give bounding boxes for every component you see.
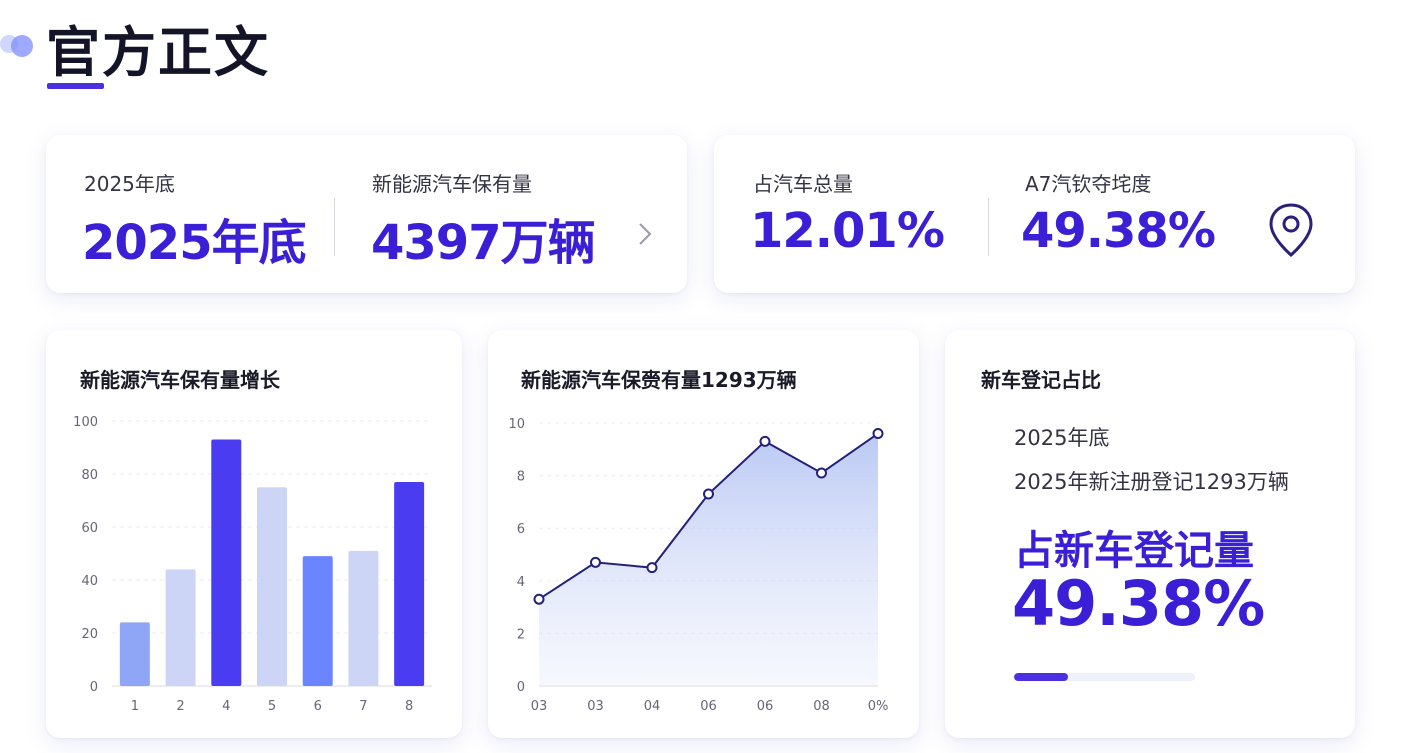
share-label: 占汽车总量 (753, 172, 853, 196)
y-tick-label: 80 (81, 468, 98, 483)
x-tick-label: 06 (757, 699, 774, 714)
bar-chart: 0 20 40 60 80 100 1 2 4 5 6 7 8 (73, 415, 432, 714)
x-tick-label: 8 (405, 699, 413, 714)
y-tick-label: 4 (517, 575, 525, 590)
line-chart: 0 2 4 6 8 10 03 03 04 06 06 08 0% (508, 417, 889, 714)
ev-stock-label: 新能源汽车保有量 (372, 172, 532, 196)
y-tick-label: 100 (73, 415, 98, 430)
bar (302, 556, 333, 686)
title-underline (47, 83, 104, 89)
registration-period: 2025年底 (1014, 426, 1110, 450)
registration-card: 新车登记占比 2025年底 2025年新注册登记1293万辆 占新车登记量 49… (945, 330, 1355, 738)
data-point (872, 428, 884, 440)
ev-stock-value: 4397万辆 (371, 215, 596, 271)
x-tick-label: 4 (222, 699, 230, 714)
x-tick-label: 08 (813, 699, 830, 714)
page-title: 官方正文 (46, 21, 270, 84)
title-decoration-icon (0, 33, 36, 57)
bar-chart-card: 新能源汽车保有量增长 0 20 40 60 80 100 1 2 4 5 6 7 8 (46, 330, 462, 738)
period-value: 2025年底 (82, 215, 307, 271)
x-tick-label: 1 (131, 699, 139, 714)
bar (211, 439, 242, 686)
divider (988, 198, 989, 256)
data-point (759, 435, 771, 447)
x-tick-label: 03 (531, 699, 548, 714)
line-chart-card: 新能源汽车保赍有量1293万辆 0 2 4 6 8 10 03 03 04 06 06 08 0% (488, 330, 919, 738)
location-pin-icon (1269, 203, 1313, 257)
other-value: 49.38% (1021, 203, 1216, 259)
y-tick-label: 20 (81, 627, 98, 642)
x-tick-label: 06 (700, 699, 717, 714)
data-point (590, 556, 601, 568)
divider (334, 198, 335, 256)
bar (119, 622, 150, 686)
chevron-right-icon[interactable] (635, 219, 655, 249)
data-point (703, 488, 714, 500)
x-tick-label: 04 (644, 699, 661, 714)
registration-progress (1014, 673, 1195, 681)
other-label: A7汽钦夺垞度 (1025, 172, 1152, 196)
y-tick-label: 8 (517, 470, 525, 485)
x-tick-label: 2 (176, 699, 184, 714)
registration-title: 新车登记占比 (981, 368, 1101, 392)
x-tick-label: 6 (314, 699, 322, 714)
series-area (539, 433, 878, 686)
y-tick-label: 60 (81, 521, 98, 536)
registration-new-count: 2025年新注册登记1293万辆 (1014, 470, 1289, 494)
bar (165, 569, 196, 686)
y-tick-label: 0 (517, 680, 525, 695)
bar (257, 487, 287, 686)
x-tick-label: 0% (868, 699, 889, 714)
period-label: 2025年底 (84, 172, 175, 196)
y-tick-label: 2 (517, 627, 525, 642)
data-point (646, 562, 658, 574)
bar (348, 550, 379, 686)
y-tick-label: 0 (90, 680, 98, 695)
y-tick-label: 6 (517, 522, 525, 537)
stats-card-share: 占汽车总量 12.01% A7汽钦夺垞度 49.38% (714, 135, 1355, 293)
data-point (533, 593, 545, 605)
bar (394, 481, 425, 686)
x-tick-label: 7 (359, 699, 367, 714)
registration-progress-fill (1014, 673, 1069, 681)
x-tick-label: 03 (587, 699, 604, 714)
data-point (816, 467, 827, 479)
stats-card-ev: 2025年底 2025年底 新能源汽车保有量 4397万辆 (46, 135, 687, 293)
share-value: 12.01% (750, 203, 945, 259)
y-tick-label: 10 (508, 417, 525, 432)
registration-percent: 49.38% (1012, 567, 1265, 640)
x-tick-label: 5 (268, 699, 276, 714)
y-tick-label: 40 (81, 574, 98, 589)
